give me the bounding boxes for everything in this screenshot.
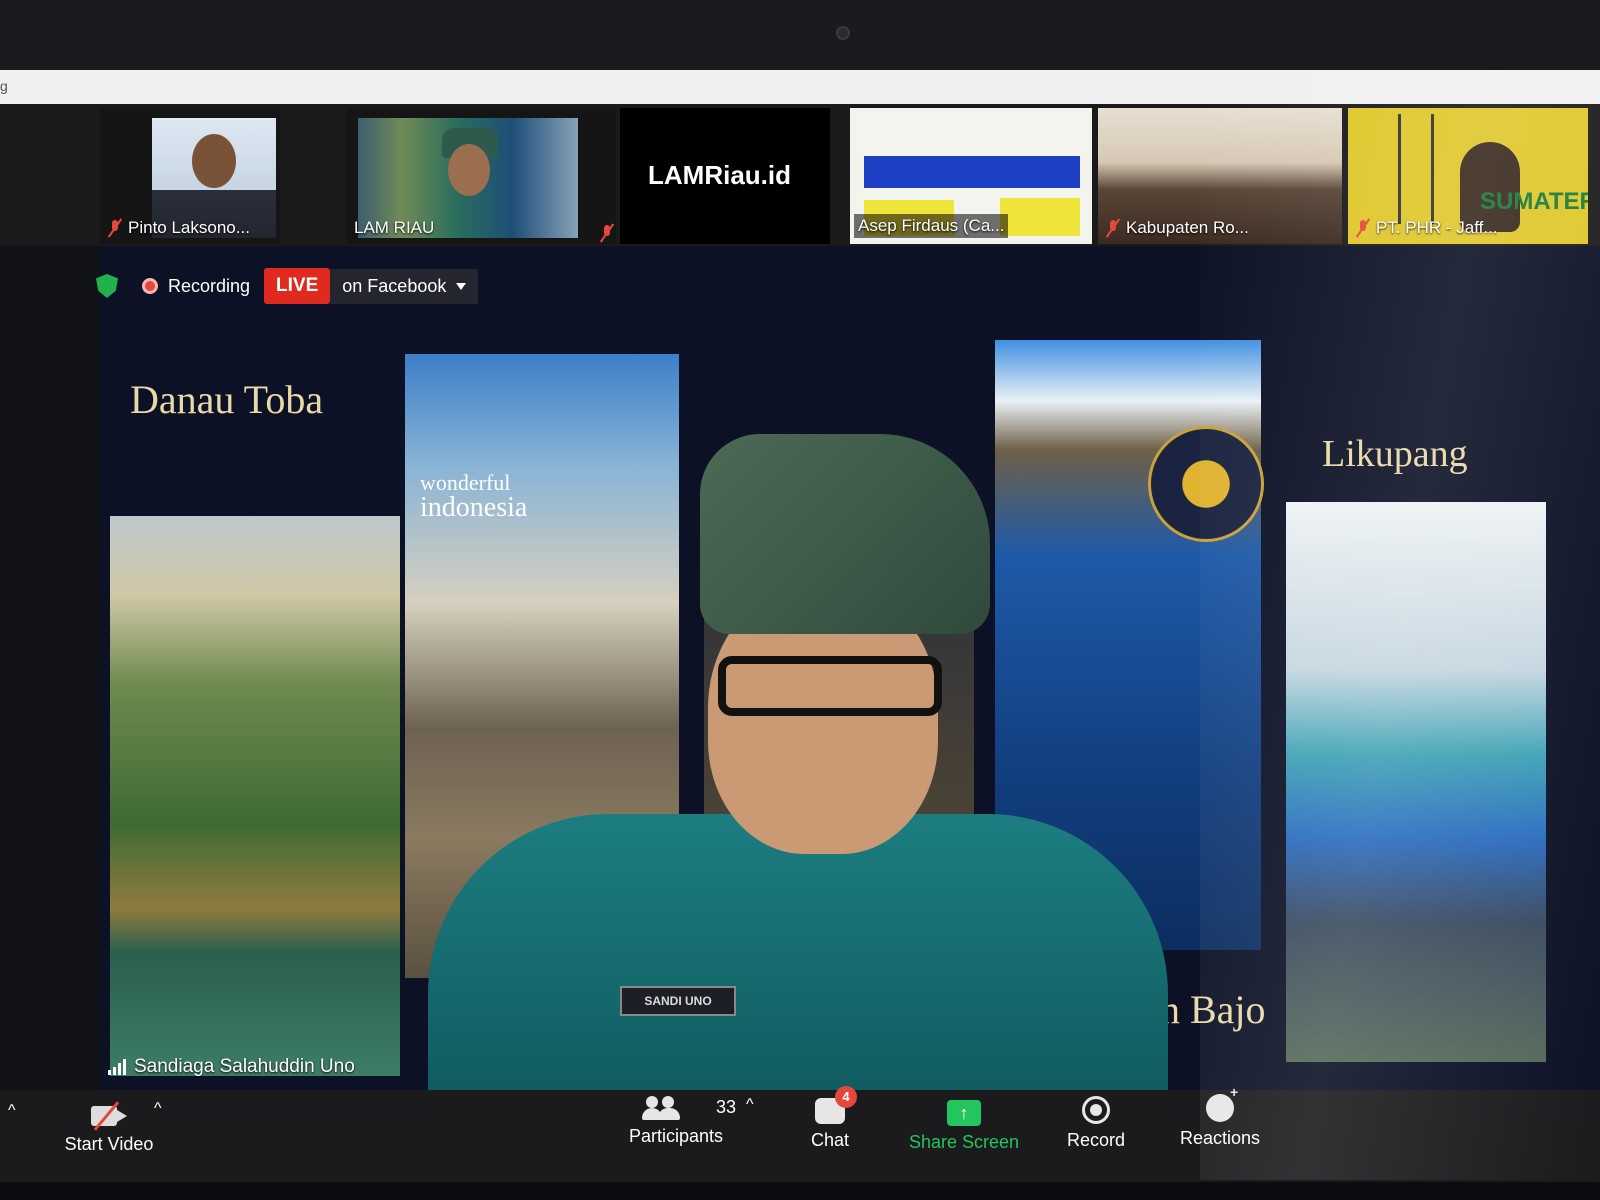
participants-options-chevron-icon[interactable]: ^ [746,1096,754,1114]
participants-count: 33 [715,1096,736,1117]
slide-image-danau-toba [110,516,400,1076]
reactions-smiley-icon [1206,1084,1238,1122]
chat-unread-badge: 4 [835,1086,857,1108]
gallery-strip: Pinto Laksono... LAM RIAU LAMRiau.id Ase… [0,104,1600,246]
record-dot-icon [142,278,158,294]
participants-icon [641,1094,682,1120]
participant-name: Kabupaten Ro... [1126,218,1249,237]
live-target-label: on Facebook [342,275,447,296]
speaker-name: Sandiaga Salahuddin Uno [134,1056,355,1077]
participant-tile-1[interactable]: Pinto Laksono... [100,108,280,244]
reactions-label: Reactions [1179,1128,1261,1148]
active-speaker-view: Danau Toba wonderful indonesia Ma n Bajo… [100,246,1600,1090]
participant-name: Asep Firdaus (Ca... [858,216,1005,235]
participant-tile-6[interactable]: SUMATERA PT. PHR - Jaff... [1348,108,1588,244]
participant-name: PT. PHR - Jaff... [1376,218,1498,237]
live-target-dropdown[interactable]: on Facebook [330,268,479,304]
share-screen-icon: ↑ [947,1100,981,1126]
record-button[interactable]: Record [1056,1096,1136,1151]
mic-muted-icon [108,219,122,237]
participant-name-tag: Asep Firdaus (Ca... [854,214,1009,238]
meeting-indicators: Recording LIVE on Facebook [96,266,479,306]
record-icon [1082,1096,1110,1124]
start-video-label: Start Video [64,1134,154,1154]
laptop-bottom-edge [0,1182,1600,1200]
record-label: Record [1066,1130,1126,1150]
presentation-box [1000,198,1080,236]
participant-tile-5[interactable]: Kabupaten Ro... [1098,108,1342,244]
participant-tile-4[interactable]: Asep Firdaus (Ca... [850,108,1092,244]
participant-head [448,144,490,196]
mic-muted-icon [600,224,614,242]
speaker-body [428,814,1168,1090]
speaker-video [418,434,1178,1090]
mic-muted-icon [1356,219,1370,237]
titlebar-fragment: g [0,78,8,94]
chat-label: Chat [810,1130,850,1150]
chat-icon: 4 [815,1086,857,1124]
participant-name-tag: PT. PHR - Jaff... [1356,218,1498,238]
participant-name: LAM RIAU [354,218,435,237]
lamriau-logo-text: LAMRiau.id [648,160,791,190]
slide-title-likupang: Likupang [1322,433,1468,475]
meeting-toolbar: ^ Start Video ^ 33 Participants ^ 4 Chat… [0,1084,1600,1182]
sumatera-brand-text: SUMATERA [1480,188,1588,215]
recording-label: Recording [168,275,251,296]
share-screen-button[interactable]: ↑ Share Screen [904,1100,1024,1153]
speaker-name-tag: Sandiaga Salahuddin Uno [108,1056,355,1078]
slide-image-likupang [1286,502,1546,1062]
shield-icon[interactable] [96,274,118,298]
speaker-hat [700,434,990,634]
live-badge[interactable]: LIVE [264,268,331,304]
reactions-button[interactable]: Reactions [1170,1084,1270,1149]
participant-name: Pinto Laksono... [128,218,250,237]
participants-label: Participants [628,1126,724,1146]
participant-head [192,134,236,188]
recording-indicator[interactable]: Recording [142,276,250,297]
slide-title-danau-toba: Danau Toba [130,377,324,422]
oil-rig-graphic [1398,114,1434,224]
participant-name-tag: LAM RIAU [354,218,434,238]
webcam [836,26,850,40]
mic-muted-icon [1106,219,1120,237]
participant-name-tag: Pinto Laksono... [108,218,250,238]
video-options-chevron-icon[interactable]: ^ [154,1100,162,1118]
signal-strength-icon [108,1059,126,1075]
start-video-button[interactable]: Start Video [54,1101,164,1155]
window-titlebar: g [0,70,1600,104]
participants-button[interactable]: 33 Participants [616,1094,736,1147]
caret-down-icon [456,282,467,290]
speaker-glasses [718,656,942,716]
video-off-icon [91,1101,127,1131]
presentation-banner [864,156,1080,188]
speaker-nametag: SANDI UNO [620,986,736,1016]
screen: g Pinto Laksono... LAM RIAU LAMRiau.id A… [0,70,1600,1182]
participant-tile-2[interactable]: LAM RIAU [346,108,616,244]
chat-button[interactable]: 4 Chat [790,1086,870,1151]
chevron-up-icon[interactable]: ^ [8,1102,16,1120]
share-screen-label: Share Screen [908,1132,1020,1152]
participant-tile-3[interactable]: LAMRiau.id [620,108,830,244]
participant-name-tag: Kabupaten Ro... [1106,218,1249,238]
